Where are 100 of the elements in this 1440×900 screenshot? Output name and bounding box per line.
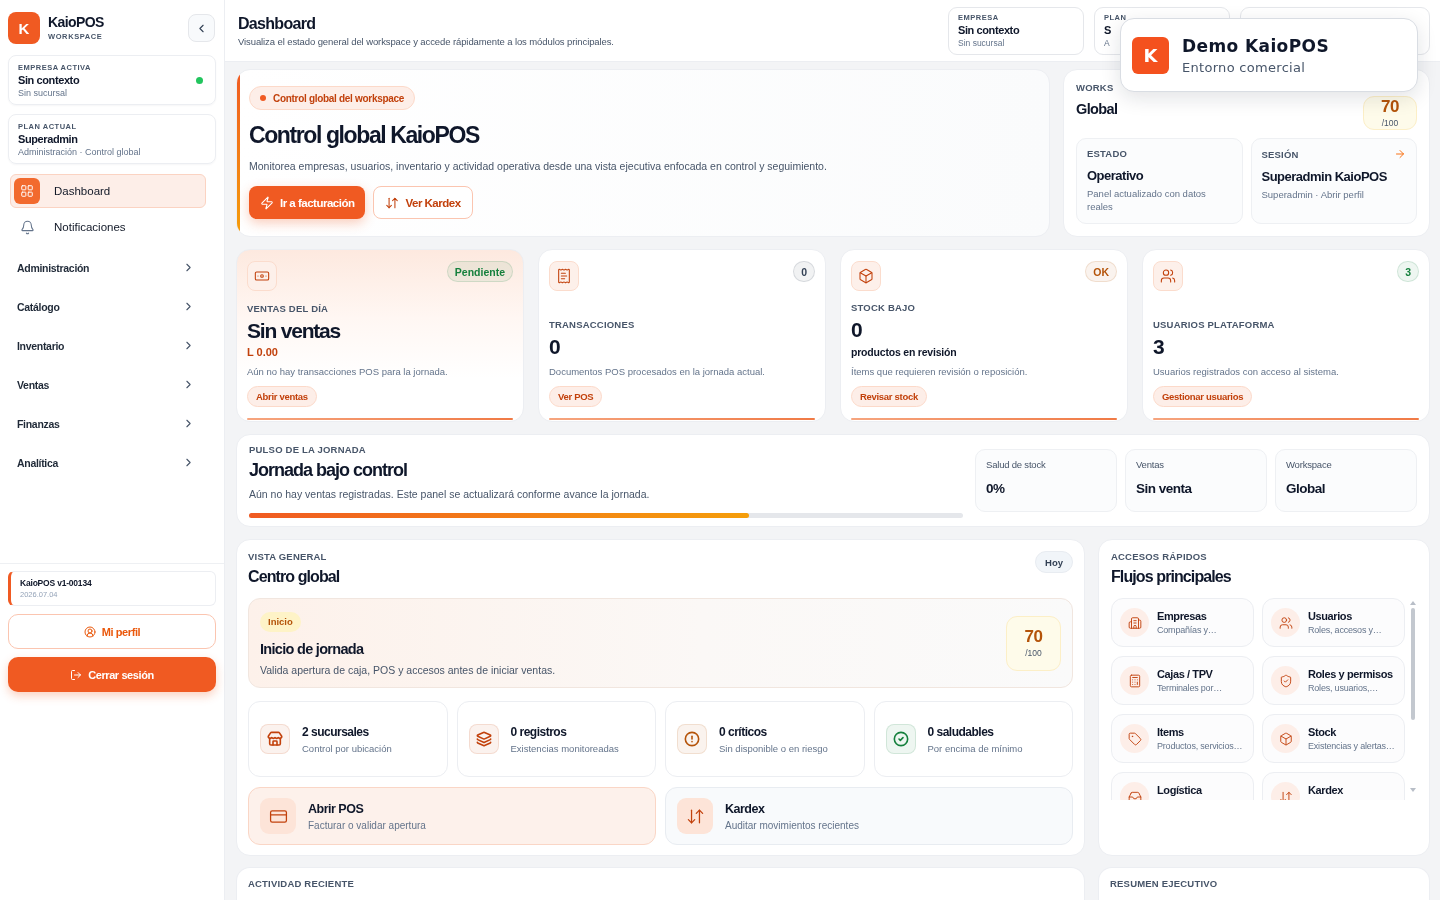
shortcut-title: Items (1157, 726, 1185, 738)
stat-action-link[interactable]: Ver POS (549, 386, 603, 407)
focus-badge: Inicio (260, 611, 301, 632)
shortcut-item[interactable]: Items Productos, servicios… (1111, 714, 1254, 763)
hero-description: Monitorea empresas, usuarios, inventario y actividad operativa desde una vista ejecutiva enfocada en control y seguimiento. (249, 160, 828, 173)
users-icon (1153, 261, 1183, 291)
summary-title: 0 registros (510, 724, 568, 739)
page-subtitle: Visualiza el estado general del workspace y accede rápidamente a los módulos principales. (238, 35, 615, 47)
shortcut-description: Terminales por… (1157, 683, 1223, 693)
stat-label: VENTAS DEL DÍA (247, 302, 330, 314)
context-value: S (1104, 23, 1112, 36)
context-value: Sin contexto (958, 23, 1021, 36)
shortcut-description: Roles, accesos y… (1308, 625, 1382, 635)
focus-description: Valida apertura de caja, POS y accesos antes de iniciar ventas. (260, 663, 556, 676)
shortcut-item[interactable]: Kardex (1262, 772, 1405, 800)
metric-label: Salud de stock (986, 459, 1047, 470)
action-card[interactable]: Kardex Auditar movimientos recientes (665, 787, 1073, 845)
shortcut-item[interactable]: Roles y permisos Roles, usuarios,… (1262, 656, 1405, 705)
box-icon (851, 261, 881, 291)
focus-title: Inicio de jornada (260, 640, 365, 657)
stat-amount: L 0.00 (247, 346, 279, 358)
dot-icon (260, 95, 266, 101)
nav-item[interactable]: Dashboard (10, 174, 206, 208)
shortcut-title: Cajas / TPV (1157, 668, 1214, 680)
nav-item[interactable]: Notificaciones (10, 210, 206, 244)
shortcut-title: Stock (1308, 726, 1337, 738)
shield-check-icon (1271, 666, 1300, 695)
version-name: KaioPOS v1-00134 (20, 578, 93, 588)
arrows-up-down-icon (677, 798, 713, 834)
context-value: Superadmin (18, 133, 79, 145)
status-badge: OK (1085, 261, 1117, 282)
period-badge: Hoy (1035, 551, 1073, 573)
stat-description: Usuarios registrados con acceso al sistema. (1153, 366, 1340, 377)
toast-logo: K (1132, 36, 1169, 74)
context-detail: Administración · Control global (18, 147, 141, 157)
section-title: Centro global (248, 568, 340, 586)
metric-value: Global (1286, 481, 1326, 496)
stat-action-link[interactable]: Abrir ventas (247, 386, 317, 407)
score-value: 70 (1024, 628, 1043, 645)
shortcut-title: Usuarios (1308, 610, 1353, 622)
shortcut-item[interactable]: Stock Existencias y alertas… (1262, 714, 1405, 763)
profile-button[interactable]: Mi perfil (8, 614, 216, 649)
shortcut-description: Roles, usuarios,… (1308, 683, 1380, 693)
action-description: Auditar movimientos recientes (725, 819, 859, 831)
section-label: ACCESOS RÁPIDOS (1111, 551, 1208, 562)
shortcut-title: Roles y permisos (1308, 668, 1393, 680)
user-circle-icon (83, 625, 96, 638)
banknote-icon (247, 261, 277, 291)
tile-label: ESTADO (1087, 148, 1128, 159)
action-description: Facturar o validar apertura (308, 819, 426, 831)
credit-card-icon (260, 798, 296, 834)
stat-action-link[interactable]: Revisar stock (851, 386, 927, 407)
section-label: ACTIVIDAD RECIENTE (248, 878, 355, 889)
shortcut-item[interactable]: Usuarios Roles, accesos y… (1262, 598, 1405, 647)
logo: K (8, 12, 40, 44)
nav-group[interactable]: Administración (8, 248, 216, 287)
shortcut-item[interactable]: Logística (1111, 772, 1254, 800)
shortcut-title: Logística (1157, 784, 1202, 796)
shortcut-item[interactable]: Empresas Compañías y… (1111, 598, 1254, 647)
summary-title: 2 sucursales (302, 724, 370, 739)
action-title: Abrir POS (308, 801, 365, 816)
status-badge: 0 (793, 261, 815, 282)
action-card[interactable]: Abrir POS Facturar o validar apertura (248, 787, 656, 845)
nav-group[interactable]: Catálogo (8, 287, 216, 326)
pulse-title: Jornada bajo control (249, 459, 409, 481)
arrow-right-icon[interactable] (1394, 148, 1406, 160)
shortcut-description: Existencias y alertas… (1308, 741, 1395, 751)
stat-value: 0 (549, 334, 561, 358)
nav-group[interactable]: Inventario (8, 326, 216, 365)
action-title: Kardex (725, 801, 766, 816)
tile-value: Superadmin KaioPOS (1261, 169, 1388, 184)
status-badge: 3 (1397, 261, 1419, 282)
stat-label: TRANSACCIONES (549, 318, 636, 330)
box-icon (1271, 724, 1300, 753)
toast-subtitle: Entorno comercial (1182, 59, 1307, 75)
tile-label: SESIÓN (1261, 148, 1299, 160)
shortcut-item[interactable]: Cajas / TPV Terminales por… (1111, 656, 1254, 705)
hero-title: Control global KaioPOS (249, 123, 481, 149)
nav-group[interactable]: Ventas (8, 365, 216, 404)
context-value: Sin contexto (18, 74, 81, 86)
summary-title: 0 críticos (719, 724, 768, 739)
stat-note: productos en revisión (851, 346, 958, 358)
brand-name: KaioPOS (48, 14, 104, 31)
section-label: RESUMEN EJECUTIVO (1110, 878, 1219, 889)
nav-group[interactable]: Analítica (8, 443, 216, 482)
workspace-value: Global (1076, 101, 1118, 117)
collapse-button[interactable] (188, 14, 215, 42)
grid-icon (14, 178, 40, 204)
metric-value: 0% (986, 481, 1006, 496)
pulse-label: PULSO DE LA JORNADA (249, 443, 367, 455)
metric-label: Workspace (1286, 459, 1333, 470)
summary-description: Sin disponible o en riesgo (719, 742, 828, 754)
kardex-button[interactable]: Ver Kardex (373, 186, 473, 220)
nav-group[interactable]: Finanzas (8, 404, 216, 443)
summary-description: Existencias monitoreadas (510, 742, 619, 754)
receipt-icon (549, 261, 579, 291)
shortcut-title: Kardex (1308, 784, 1343, 796)
metric-label: Ventas (1136, 459, 1165, 470)
stat-action-link[interactable]: Gestionar usuarios (1153, 386, 1253, 407)
shortcut-title: Empresas (1157, 610, 1208, 622)
